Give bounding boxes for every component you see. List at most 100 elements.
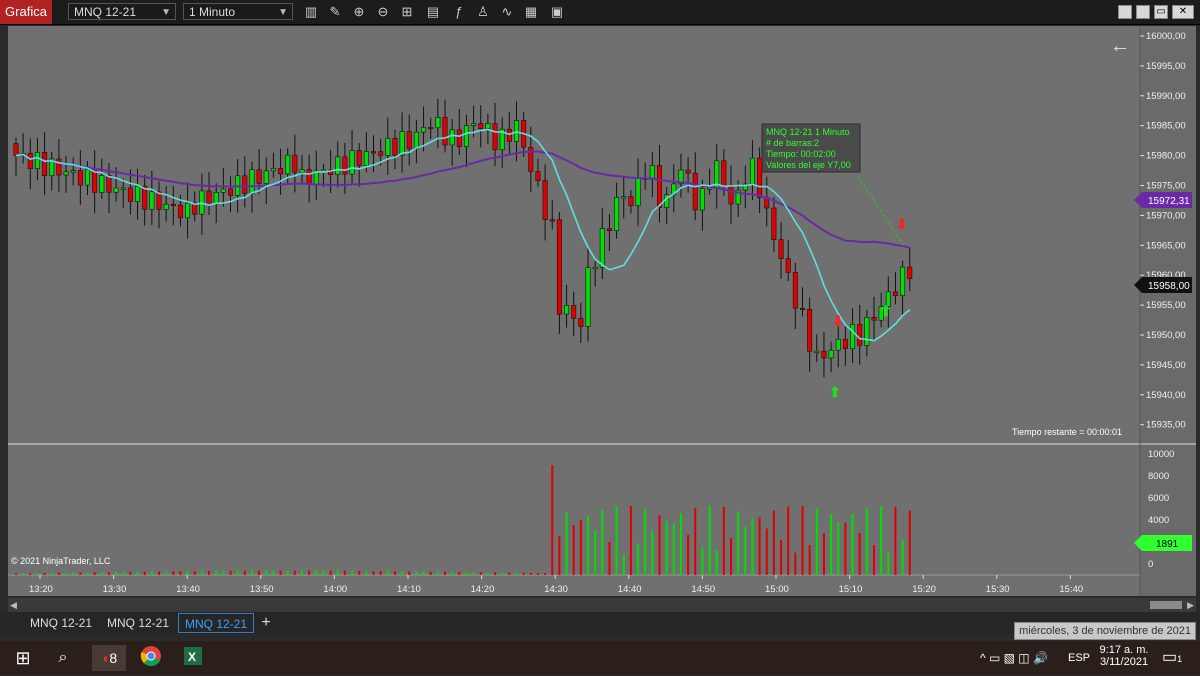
volume-tick-label: 0 xyxy=(1148,559,1153,570)
last-price-text: 15958,00 xyxy=(1148,281,1190,292)
horizontal-scrollbar[interactable]: ◀ ▶ xyxy=(8,598,1196,612)
volume-bar xyxy=(601,509,604,575)
volume-bar xyxy=(694,507,697,575)
candle-body xyxy=(471,123,477,126)
volume-bar xyxy=(644,509,647,575)
volume-bar xyxy=(851,514,854,575)
volume-bar xyxy=(472,572,475,575)
volume-bar xyxy=(730,538,732,575)
time-tick-label: 14:30 xyxy=(544,584,568,595)
time-tick-label: 14:50 xyxy=(691,584,715,595)
time-tick-label: 14:00 xyxy=(323,584,347,595)
volume-bar xyxy=(393,571,396,575)
volume-bar xyxy=(129,571,132,575)
chart-trader-icon[interactable]: ▣ xyxy=(549,4,565,20)
draw-pencil-icon[interactable]: ✎ xyxy=(327,4,343,20)
chart-area[interactable]: 16000,00 15995,00 15990,00 15985,00 15980,00… xyxy=(8,26,1196,596)
candle-body xyxy=(571,305,577,319)
scroll-right-icon[interactable]: ▶ xyxy=(1187,598,1194,612)
candle-body xyxy=(13,143,19,156)
volume-bar xyxy=(86,572,89,575)
candle-body xyxy=(206,190,212,205)
restore-button[interactable] xyxy=(1136,5,1150,19)
ninjatrader-taskbar-icon[interactable]: ◖8 xyxy=(92,645,126,671)
candle-body xyxy=(106,175,112,193)
volume-bar xyxy=(594,530,597,575)
windows-start-icon[interactable]: ⊞ xyxy=(10,645,36,671)
candle-body xyxy=(564,305,570,315)
remaining-time-text: Tiempo restante = 00:00:01 xyxy=(1012,427,1122,437)
notification-icon[interactable]: ▭1 xyxy=(1162,641,1186,675)
add-tab-button[interactable]: + xyxy=(258,612,274,634)
strategies-icon[interactable]: ♙ xyxy=(475,4,491,20)
volume-bar xyxy=(536,573,539,575)
volume-bar xyxy=(672,524,675,575)
buy-arrow-icon: ⬆ xyxy=(880,303,892,319)
clock[interactable]: 9:17 a. m. 3/11/2021 xyxy=(1094,641,1154,675)
excel-icon[interactable]: X xyxy=(180,645,206,671)
tab-chart-3[interactable]: MNQ 12-21 xyxy=(178,613,255,633)
volume-bar xyxy=(522,572,525,575)
back-arrow-icon[interactable]: ← xyxy=(1110,35,1130,57)
scroll-left-icon[interactable]: ◀ xyxy=(10,598,17,612)
candle-body xyxy=(63,171,69,176)
indicators-icon[interactable]: ƒ xyxy=(451,4,467,20)
language-indicator[interactable]: ESP xyxy=(1068,641,1090,675)
time-tick-label: 14:20 xyxy=(471,584,495,595)
zoom-in-icon[interactable]: ⊕ xyxy=(351,4,367,20)
volume-bar xyxy=(479,572,482,575)
bar-chart-type-icon[interactable]: ▥ xyxy=(303,4,319,20)
volume-bar xyxy=(765,528,768,575)
volume-bar xyxy=(65,572,68,575)
candle-body xyxy=(306,169,312,185)
minimize-button[interactable] xyxy=(1118,5,1132,19)
candle-body xyxy=(771,207,777,240)
candle-body xyxy=(263,170,269,184)
candle-body xyxy=(807,309,813,352)
templates-icon[interactable]: ∿ xyxy=(499,4,515,20)
app-name[interactable]: Grafica xyxy=(0,0,52,24)
volume-bar xyxy=(708,505,711,575)
info-line-2: # de barras:2 xyxy=(766,138,819,148)
tray-icons[interactable]: ^ ▭ ▧ ◫ 🔊 xyxy=(980,641,1048,675)
tab-chart-1[interactable]: MNQ 12-21 xyxy=(24,613,98,633)
volume-bar xyxy=(772,510,775,575)
volume-bar xyxy=(687,534,690,575)
candle-body xyxy=(185,202,191,219)
candle-body xyxy=(907,266,913,279)
maximize-button[interactable]: ▭ xyxy=(1154,5,1168,19)
search-icon[interactable]: ⌕ xyxy=(50,645,76,671)
zoom-out-icon[interactable]: ⊖ xyxy=(375,4,391,20)
candle-body xyxy=(456,129,462,148)
interval-value: 1 Minuto xyxy=(189,5,236,19)
data-box-icon[interactable]: ▦ xyxy=(523,4,539,20)
candle-body xyxy=(628,196,634,207)
crosshair-icon[interactable]: ⊞ xyxy=(399,4,415,20)
candle-body xyxy=(385,138,391,156)
volume-bar xyxy=(637,543,640,575)
volume-bar xyxy=(751,518,754,575)
chrome-icon[interactable] xyxy=(138,645,164,671)
volume-bar xyxy=(465,571,468,575)
candle-body xyxy=(757,157,763,198)
volume-bar xyxy=(408,571,411,575)
price-tick-label: 15990,00 xyxy=(1146,91,1186,102)
candle-body xyxy=(606,228,612,232)
volume-bar xyxy=(50,572,53,575)
candle-body xyxy=(363,151,369,166)
volume-bar xyxy=(622,554,625,575)
price-tick-label: 15965,00 xyxy=(1146,240,1186,251)
tab-chart-2[interactable]: MNQ 12-21 xyxy=(101,613,175,633)
interval-select[interactable]: 1 Minuto ▼ xyxy=(183,3,293,20)
scroll-thumb[interactable] xyxy=(1150,601,1182,609)
properties-icon[interactable]: ▤ xyxy=(425,4,441,20)
instrument-select[interactable]: MNQ 12-21 ▼ xyxy=(68,3,176,20)
volume-bar xyxy=(143,571,146,575)
candle-body xyxy=(778,239,784,259)
time-tick-label: 15:20 xyxy=(912,584,936,595)
volume-bar xyxy=(215,570,218,575)
candle-body xyxy=(299,169,305,173)
time-tick-label: 13:30 xyxy=(103,584,127,595)
close-button[interactable]: ✕ xyxy=(1172,5,1194,19)
chart-canvas[interactable]: 16000,00 15995,00 15990,00 15985,00 15980,00… xyxy=(8,26,1196,596)
